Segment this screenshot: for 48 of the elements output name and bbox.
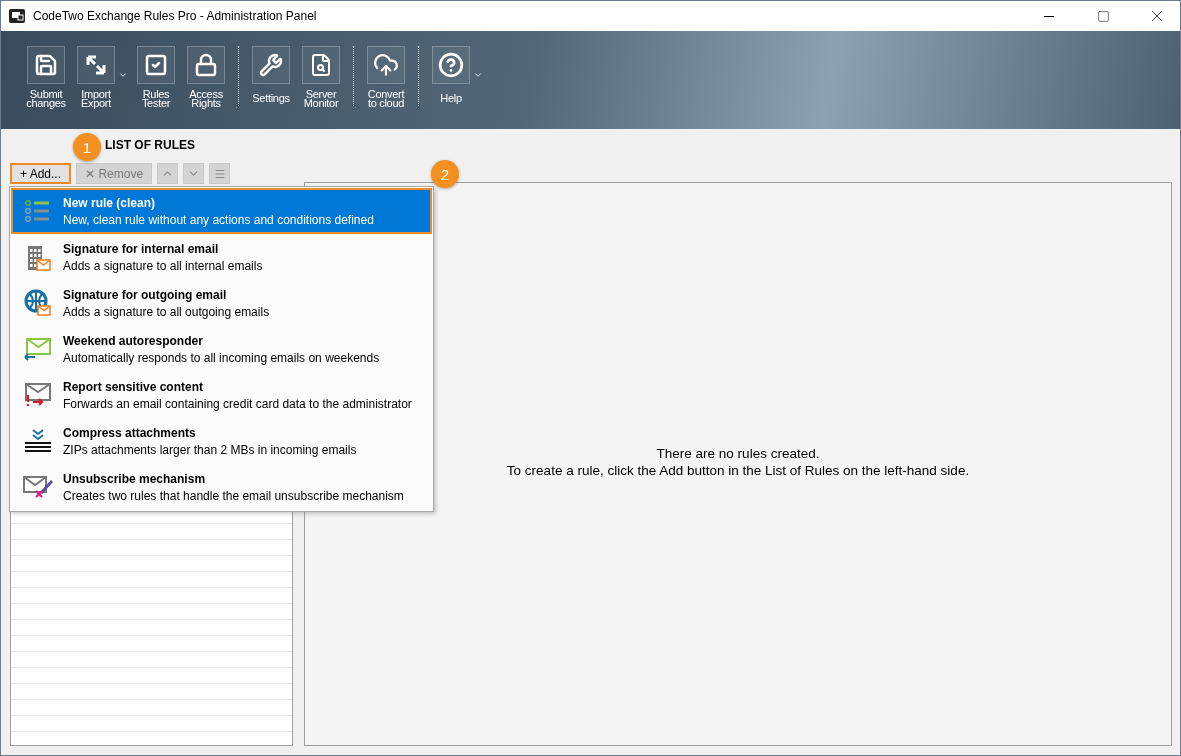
menu-item[interactable]: Signature for outgoing email Adds a signature to all outgoing emails [11, 280, 432, 326]
menu-item-title: Signature for internal email [63, 241, 220, 256]
menu-item-title: Unsubscribe mechanism [63, 471, 207, 486]
menu-item-description: Automatically responds to all incoming emails on weekends [63, 350, 380, 365]
menu-item-description: New, clean rule without any actions and conditions defined [63, 212, 374, 227]
caret-icon [118, 70, 128, 80]
checkbox-icon [144, 53, 168, 77]
callout-badge: 1 [73, 133, 101, 161]
add-button[interactable]: + Add... [10, 163, 72, 184]
menu-item[interactable]: Report sensitive content Forwards an email containing credit card data to the administrator [11, 372, 432, 418]
callout-badge: 2 [431, 160, 459, 188]
help-icon [438, 52, 464, 78]
menu-item-description: Forwards an email containing credit card data to the administrator [63, 396, 412, 411]
toolbar-button[interactable]: Import Export [74, 46, 128, 108]
section-heading: LIST OF RULES [105, 138, 196, 154]
menu-item-title: Signature for outgoing email [63, 287, 228, 302]
compress-icon [24, 429, 52, 453]
menu-item[interactable]: Weekend autoresponder Automatically responds to all incoming emails on weekends [11, 326, 432, 372]
menu-item-title: Compress attachments [63, 425, 197, 440]
menu-item-description: Adds a signature to all outgoing emails [63, 304, 270, 319]
maximize-icon [1096, 9, 1110, 23]
wrench-icon [259, 53, 283, 77]
menu-item-description: Adds a signature to all internal emails [63, 258, 263, 273]
window-title: CodeTwo Exchange Rules Pro - Administration Panel [33, 9, 318, 23]
envelope-alert-icon [24, 382, 52, 408]
envelope-reply-icon [24, 337, 52, 361]
menu-item-title: Report sensitive content [63, 379, 205, 394]
globe-envelope-icon [24, 289, 52, 317]
toolbar-button[interactable]: Help [429, 46, 483, 103]
menu-item[interactable]: Compress attachments ZIPs attachments larger than 2 MBs in incoming emails [11, 418, 432, 464]
menu-item[interactable]: Unsubscribe mechanism Creates two rules that handle the email unsubscribe mechanism [11, 464, 432, 510]
menu-item[interactable]: Signature for internal email Adds a signature to all internal emails [11, 234, 432, 280]
document-search-icon [309, 53, 333, 77]
lock-icon [194, 53, 218, 77]
menu-icon [213, 167, 226, 180]
caret-icon [473, 70, 483, 80]
menu-item-title: Weekend autoresponder [63, 333, 204, 348]
menu-item-description: Creates two rules that handle the email unsubscribe mechanism [63, 488, 404, 503]
empty-message: To create a rule, click the Add button in the List of Rules on the left-hand side. [506, 461, 970, 479]
menu-item-description: ZIPs attachments larger than 2 MBs in incoming emails [63, 442, 357, 457]
minimize-icon [1044, 15, 1054, 17]
menu-item[interactable]: New rule (clean) New, clean rule without any actions and conditions defined [11, 188, 432, 234]
app-icon [9, 9, 25, 23]
menu-item-title: New rule (clean) [63, 195, 157, 210]
envelope-pen-icon [22, 474, 54, 500]
save-icon [34, 53, 58, 77]
empty-message: There are no rules created. [656, 444, 820, 462]
list-icon [25, 200, 51, 222]
